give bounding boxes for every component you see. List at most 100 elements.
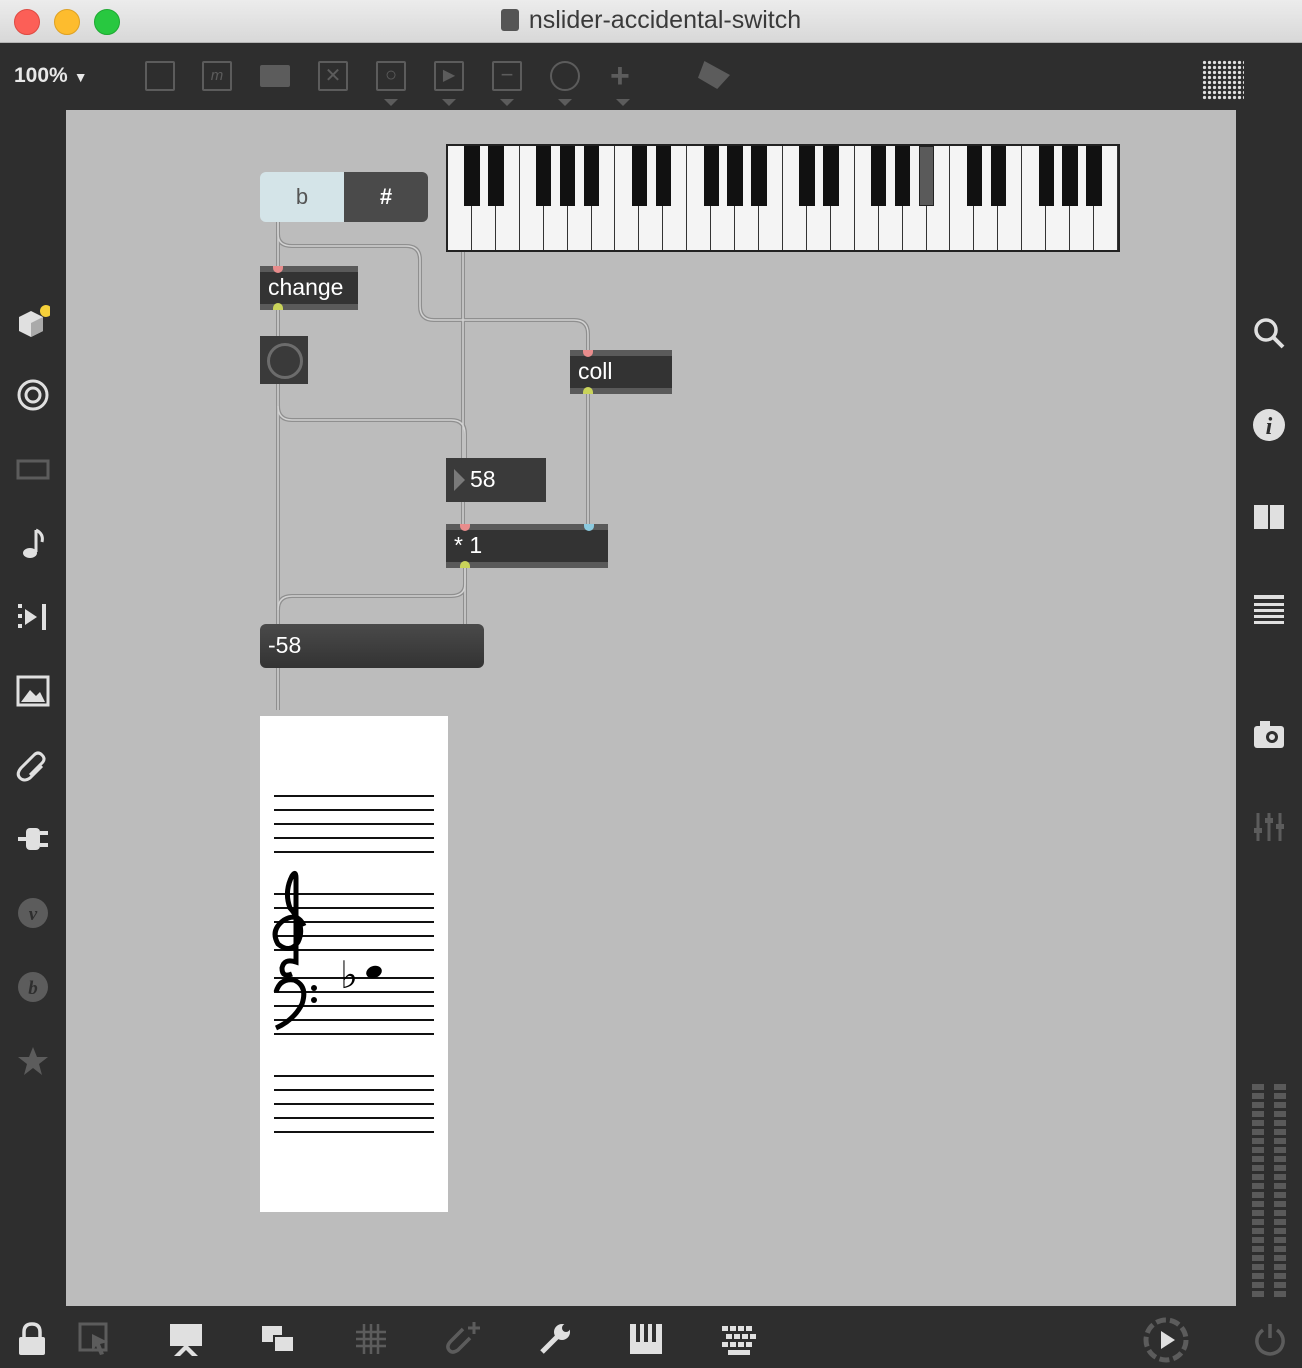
coll-label: coll (578, 358, 613, 384)
note-icon[interactable] (16, 526, 50, 560)
presentation-screen-icon[interactable] (168, 1322, 204, 1356)
flat-accidental: ♭ (340, 953, 358, 997)
black-key[interactable] (631, 146, 648, 206)
message-icon[interactable]: m (202, 61, 232, 91)
snapshot-icon[interactable] (1252, 718, 1286, 752)
grid-icon[interactable] (354, 1322, 388, 1356)
piano-icon[interactable] (628, 1322, 664, 1356)
circle-target-icon[interactable] (16, 378, 50, 412)
dial-icon[interactable] (550, 61, 580, 91)
window-title-area: nslider-accidental-switch (0, 6, 1302, 35)
svg-text:i: i (1266, 414, 1273, 440)
lock-icon[interactable] (16, 1322, 48, 1356)
wrench-icon[interactable] (538, 1322, 572, 1356)
black-key[interactable] (990, 146, 1006, 206)
zoom-value: 100% (14, 64, 68, 87)
number-triangle-icon (454, 469, 465, 491)
chevron-down-icon (384, 99, 398, 106)
toggle-icon[interactable]: ○ (376, 61, 406, 91)
paint-bucket-icon[interactable] (698, 61, 730, 89)
book-icon[interactable] (1252, 500, 1286, 534)
svg-text:v: v (29, 904, 38, 925)
patch-cords (276, 222, 590, 710)
patcher-canvas[interactable]: b # change coll 58 * 1 -58 ♭ (66, 110, 1236, 1306)
bang-circle-icon (267, 343, 303, 379)
list-icon[interactable] (1252, 592, 1286, 626)
black-key[interactable] (655, 146, 671, 206)
multiply-outlet[interactable] (460, 561, 470, 568)
star-icon[interactable] (16, 1044, 50, 1078)
number-icon[interactable]: ▶ (434, 61, 464, 91)
accidental-tab: b # (260, 172, 428, 222)
image-icon[interactable] (16, 674, 50, 708)
paperclip-icon[interactable] (16, 748, 50, 782)
add-icon[interactable]: + (610, 57, 630, 96)
black-key[interactable] (703, 146, 719, 206)
black-key[interactable] (1062, 146, 1078, 206)
change-outlet[interactable] (273, 303, 283, 310)
staff-svg: ♭ (272, 795, 434, 1133)
coll-outlet[interactable] (583, 387, 593, 394)
title-bar: nslider-accidental-switch (0, 0, 1302, 43)
paperclip-add-icon[interactable] (446, 1320, 482, 1356)
button-icon[interactable]: ✕ (318, 61, 348, 91)
comment-icon[interactable] (260, 65, 290, 87)
plug-icon[interactable] (16, 822, 50, 856)
multiply-label: * 1 (454, 532, 483, 558)
slider-icon[interactable]: − (492, 61, 522, 91)
play-icon[interactable] (1142, 1316, 1190, 1364)
zoom-select[interactable]: 100% ▼ (14, 64, 88, 88)
black-key[interactable] (799, 146, 815, 206)
playlist-icon[interactable] (16, 600, 50, 634)
black-key[interactable] (966, 146, 983, 206)
kslider-keyboard[interactable] (446, 144, 1120, 252)
black-key[interactable] (464, 146, 480, 206)
toolbar: 100% ▼ m ✕ ○ ▶ − + (0, 43, 1302, 110)
chevron-down-icon (500, 99, 514, 106)
black-key[interactable] (751, 146, 767, 206)
power-icon[interactable] (1254, 1322, 1286, 1356)
black-key[interactable] (488, 146, 504, 206)
chevron-down-icon (616, 99, 630, 106)
search-icon[interactable] (1252, 316, 1286, 350)
black-key[interactable] (894, 146, 911, 206)
mixer-icon[interactable] (1252, 810, 1286, 844)
document-icon (500, 9, 519, 31)
black-key[interactable] (583, 146, 600, 206)
tab-sharp[interactable]: # (344, 172, 428, 222)
bang-button[interactable] (260, 336, 308, 384)
number-value: 58 (470, 466, 496, 492)
svg-text:b: b (28, 978, 38, 999)
left-sidebar: v b (0, 110, 66, 1306)
right-sidebar: i (1236, 110, 1302, 1306)
grid-icon[interactable] (1202, 60, 1244, 100)
result-number-box[interactable]: -58 (260, 624, 484, 668)
select-icon[interactable] (78, 1322, 112, 1356)
chevron-down-icon (442, 99, 456, 106)
windows-icon[interactable] (260, 1324, 296, 1354)
package-icon[interactable] (16, 305, 50, 339)
black-key[interactable] (559, 146, 576, 206)
result-value: -58 (268, 632, 302, 658)
keyboard-icon[interactable] (720, 1324, 758, 1356)
multiply-object[interactable]: * 1 (446, 524, 608, 568)
chevron-down-icon: ▼ (73, 69, 88, 85)
change-label: change (268, 274, 344, 300)
info-icon[interactable]: i (1252, 408, 1286, 442)
black-key[interactable] (727, 146, 743, 206)
nslider-notation[interactable]: ♭ (260, 716, 448, 1212)
black-key[interactable] (1086, 146, 1102, 206)
audio-meter-left (1252, 1084, 1264, 1300)
new-object-icon[interactable] (145, 61, 175, 91)
vizzie-icon[interactable]: v (16, 896, 50, 930)
number-box[interactable]: 58 (446, 458, 546, 502)
black-key[interactable] (1038, 146, 1054, 206)
tab-flat[interactable]: b (260, 172, 344, 222)
black-key[interactable] (871, 146, 887, 206)
black-key[interactable] (536, 146, 552, 206)
beap-icon[interactable]: b (16, 970, 50, 1004)
active-black-key[interactable] (918, 146, 935, 206)
black-key[interactable] (823, 146, 839, 206)
presentation-icon[interactable] (16, 452, 50, 486)
chevron-down-icon (558, 99, 572, 106)
